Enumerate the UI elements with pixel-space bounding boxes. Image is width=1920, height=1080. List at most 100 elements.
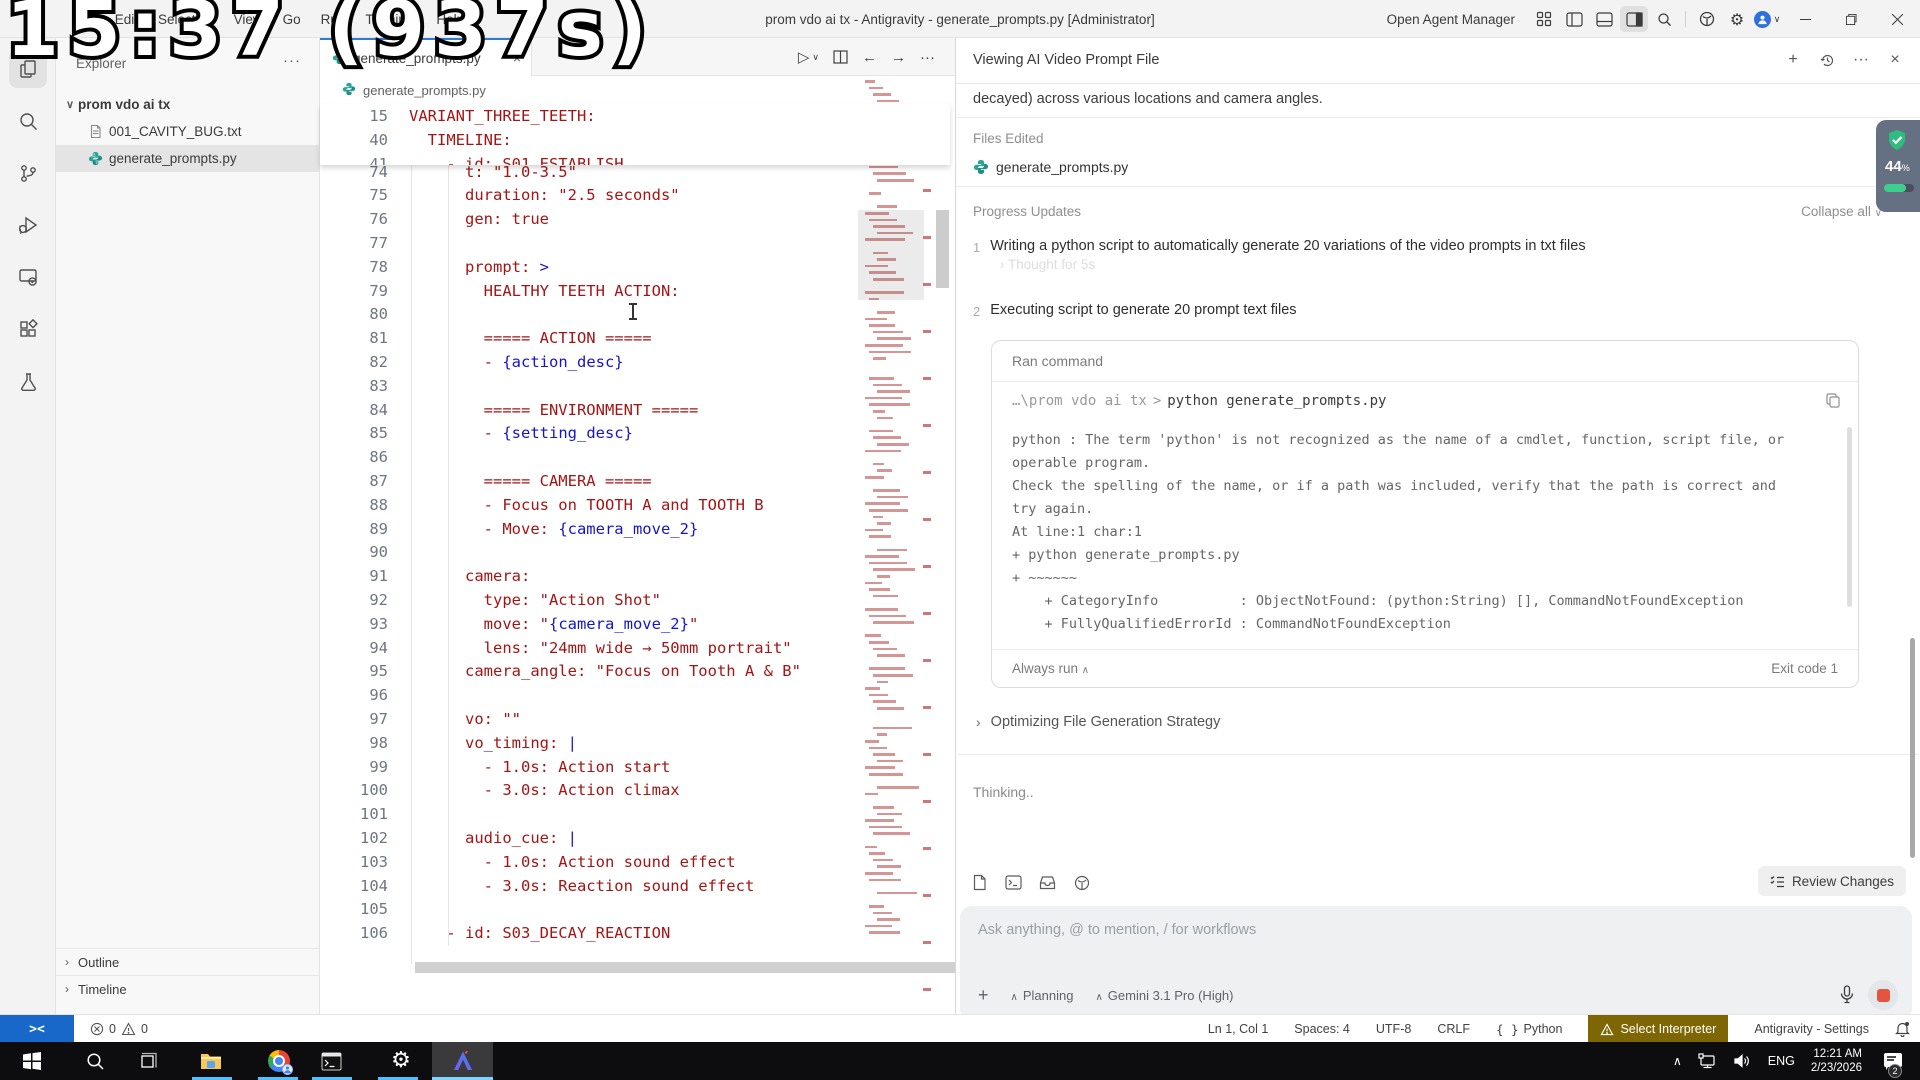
open-agent-manager-button[interactable]: Open Agent Manager: [1387, 12, 1515, 27]
split-editor-icon[interactable]: [833, 50, 848, 64]
line-number: 90: [320, 540, 388, 564]
testing-icon[interactable]: [9, 362, 47, 400]
remote-indicator[interactable]: ><: [0, 1015, 74, 1043]
select-interpreter-warning[interactable]: Select Interpreter: [1588, 1015, 1728, 1043]
minimap-line: [865, 819, 894, 822]
add-context-button[interactable]: +: [978, 985, 989, 1006]
review-changes-button[interactable]: Review Changes: [1758, 866, 1906, 896]
overview-ruler: [921, 76, 933, 1006]
task-view-icon[interactable]: [124, 1042, 170, 1080]
edited-file-chip[interactable]: generate_prompts.py: [973, 159, 1128, 175]
file-row-python[interactable]: generate_prompts.py: [56, 145, 320, 172]
minimap-line: [877, 205, 897, 208]
tray-expand-chevron[interactable]: ∧: [1673, 1054, 1682, 1068]
search-sidebar-icon[interactable]: [9, 102, 47, 140]
command-output[interactable]: python : The term 'python' is not recogn…: [1012, 429, 1822, 636]
minimap-line: [869, 852, 885, 855]
source-control-icon[interactable]: [9, 154, 47, 192]
input-language[interactable]: ENG: [1768, 1054, 1795, 1068]
settings-gear-item[interactable]: Antigravity - Settings: [1754, 1022, 1869, 1036]
inbox-icon[interactable]: [1035, 870, 1060, 895]
minimize-button[interactable]: [1782, 0, 1828, 38]
chat-input-box[interactable]: Ask anything, @ to mention, / for workfl…: [960, 906, 1912, 1020]
start-button[interactable]: [9, 1042, 55, 1080]
command-prompt-icon[interactable]: [308, 1042, 354, 1080]
code-text: vo_timing: |: [409, 731, 577, 755]
account-avatar[interactable]: ∨: [1753, 6, 1781, 32]
network-icon[interactable]: [1698, 1053, 1717, 1069]
toggle-left-sidebar-icon[interactable]: [1560, 6, 1588, 32]
search-icon[interactable]: [1650, 6, 1678, 32]
collapse-all-button[interactable]: Collapse all ∨: [1801, 204, 1882, 219]
outline-section[interactable]: › Outline: [56, 948, 320, 975]
run-debug-icon[interactable]: [9, 206, 47, 244]
sticky-scroll[interactable]: 15VARIANT_THREE_TEETH:40 TIMELINE:41 - i…: [320, 104, 950, 165]
taskbar-clock[interactable]: 12:21 AM 2/23/2026: [1811, 1047, 1862, 1075]
settings-gear-icon[interactable]: ⚙: [378, 1042, 424, 1080]
folder-row[interactable]: ∨ prom vdo ai tx: [56, 91, 320, 118]
navigate-forward-icon[interactable]: →: [891, 49, 906, 66]
action-center-icon[interactable]: 2: [1878, 1042, 1908, 1080]
file-explorer-icon[interactable]: [188, 1042, 234, 1080]
new-file-icon[interactable]: [967, 870, 992, 895]
notifications-bell-icon[interactable]: [1895, 1021, 1910, 1037]
gear-icon[interactable]: ⚙: [1723, 6, 1751, 32]
chevron-down-icon: ∨: [62, 98, 78, 111]
vertical-scrollbar[interactable]: [936, 210, 949, 288]
restore-button[interactable]: [1828, 0, 1874, 38]
line-number: 86: [320, 445, 388, 469]
toggle-right-sidebar-icon[interactable]: [1620, 6, 1648, 32]
taskbar-search-icon[interactable]: [72, 1042, 118, 1080]
remote-explorer-icon[interactable]: [9, 258, 47, 296]
line-number: 78: [320, 255, 388, 279]
code-text: HEALTHY TEETH ACTION:: [409, 279, 680, 303]
browser-icon[interactable]: [1693, 6, 1721, 32]
code-text: prompt: >: [409, 255, 549, 279]
terminal-icon[interactable]: [1001, 870, 1026, 895]
minimap-line: [869, 879, 901, 882]
code-text: - {action_desc}: [409, 350, 624, 374]
planning-mode-selector[interactable]: ∧Planning: [1011, 988, 1074, 1003]
history-icon[interactable]: [1815, 48, 1839, 72]
problems-indicator[interactable]: 0 0: [90, 1015, 148, 1043]
line-number: 85: [320, 421, 388, 445]
grid-layout-icon[interactable]: [1530, 6, 1558, 32]
extensions-icon[interactable]: [9, 310, 47, 348]
model-selector[interactable]: ∧Gemini 3.1 Pro (High): [1095, 988, 1233, 1003]
eol-setting[interactable]: CRLF: [1437, 1022, 1470, 1036]
usage-widget[interactable]: 44%: [1876, 120, 1920, 212]
close-panel-icon[interactable]: ×: [1883, 48, 1907, 72]
close-window-button[interactable]: [1874, 0, 1920, 38]
cursor-position[interactable]: Ln 1, Col 1: [1208, 1022, 1268, 1036]
chrome-icon[interactable]: [256, 1042, 302, 1080]
stop-generation-button[interactable]: [1868, 980, 1898, 1010]
breadcrumb[interactable]: generate_prompts.py: [320, 76, 955, 104]
language-mode[interactable]: { }Python: [1496, 1022, 1563, 1037]
horizontal-scrollbar[interactable]: [415, 962, 987, 973]
copy-icon[interactable]: [1826, 393, 1840, 408]
overview-ruler-mark: [923, 800, 931, 803]
output-scrollbar[interactable]: [1847, 427, 1852, 607]
antigravity-app-icon[interactable]: [432, 1042, 493, 1080]
progress-text: Writing a python script to automatically…: [990, 238, 1585, 255]
thought-duration[interactable]: › Thought for 5s: [1000, 257, 1095, 272]
navigate-back-icon[interactable]: ←: [862, 49, 877, 66]
file-row-txt[interactable]: 001_CAVITY_BUG.txt: [56, 118, 320, 145]
more-actions-icon[interactable]: ···: [920, 49, 935, 66]
panel-scrollbar[interactable]: [1910, 638, 1915, 858]
line-number: 40: [320, 128, 388, 152]
browser-preview-icon[interactable]: [1069, 870, 1094, 895]
more-options-icon[interactable]: ···: [1849, 48, 1873, 72]
always-run-button[interactable]: Always run ∧: [1012, 661, 1089, 676]
run-python-file-icon[interactable]: ▷∨: [798, 48, 819, 66]
minimap-slider[interactable]: [858, 210, 924, 300]
encoding-setting[interactable]: UTF-8: [1376, 1022, 1411, 1036]
toggle-bottom-panel-icon[interactable]: [1590, 6, 1618, 32]
microphone-icon[interactable]: [1840, 985, 1854, 1004]
new-conversation-icon[interactable]: +: [1781, 48, 1805, 72]
volume-icon[interactable]: [1733, 1053, 1752, 1069]
timeline-section[interactable]: › Timeline: [56, 975, 320, 1002]
shield-check-icon: [1885, 128, 1909, 152]
indentation-setting[interactable]: Spaces: 4: [1294, 1022, 1350, 1036]
optimizing-section[interactable]: › Optimizing File Generation Strategy: [976, 714, 1220, 730]
